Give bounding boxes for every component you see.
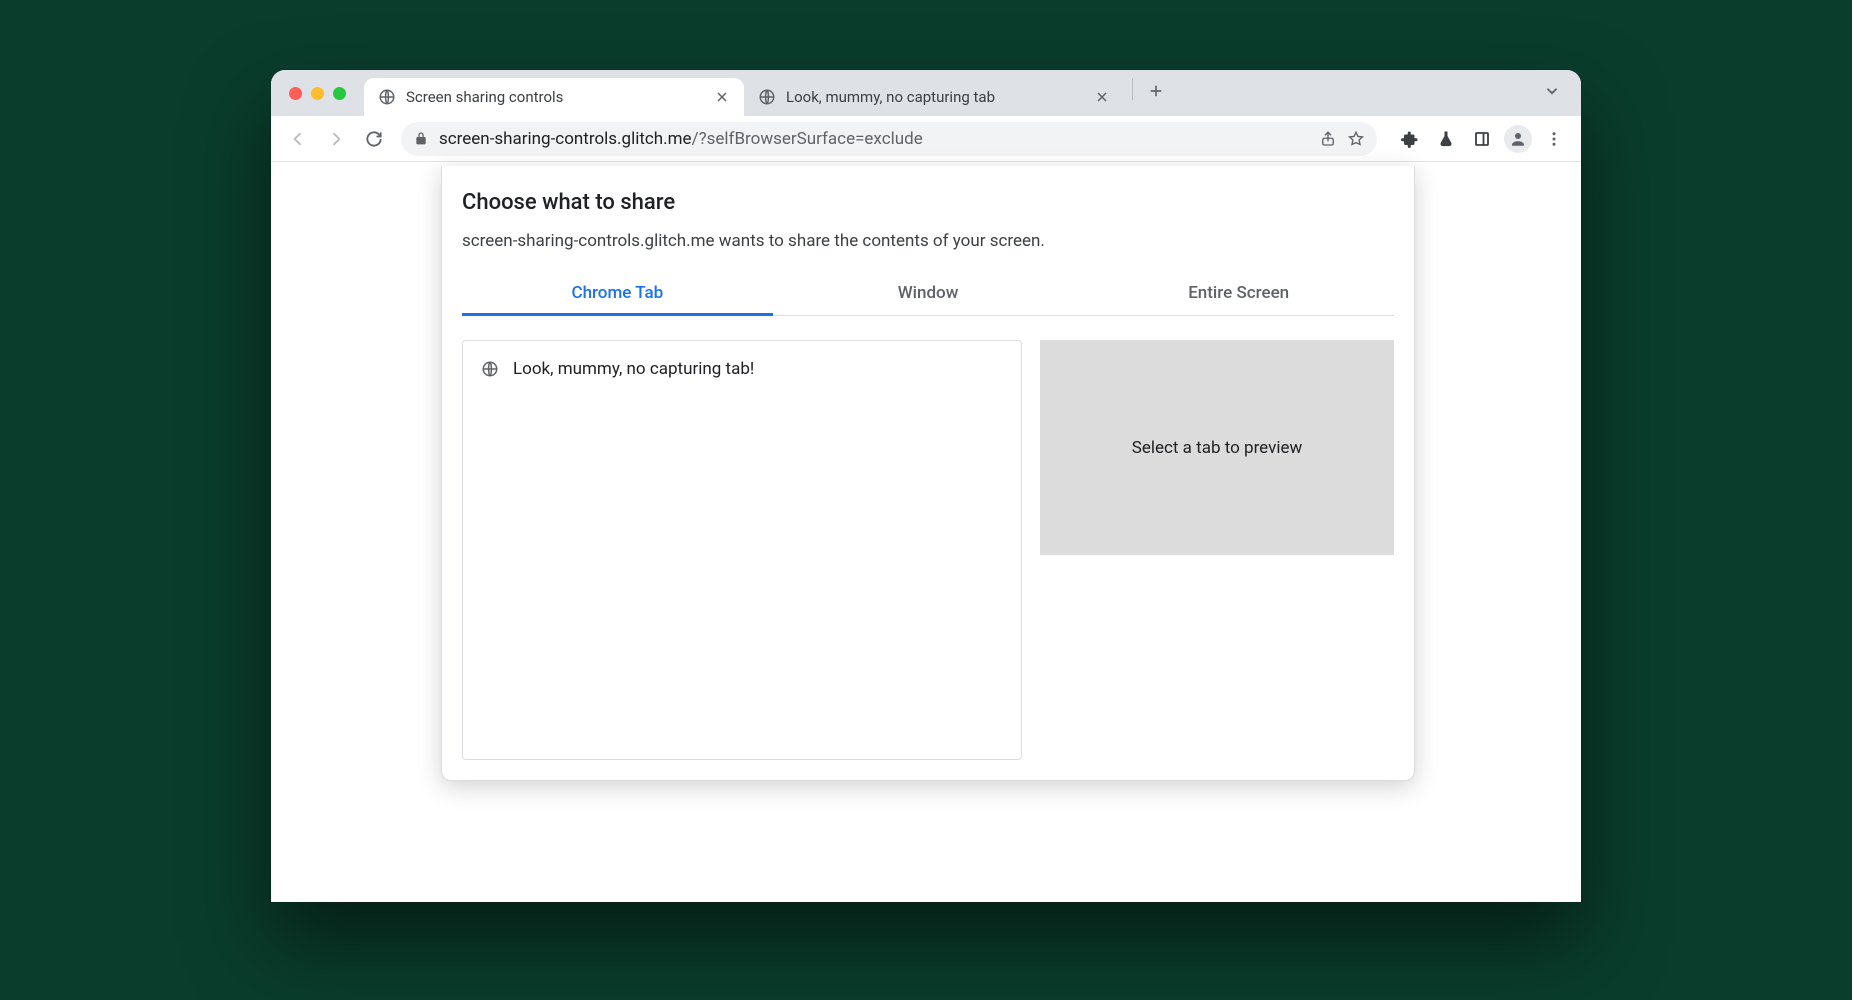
globe-icon [758,88,776,106]
forward-button[interactable] [319,122,353,156]
panel-title: Choose what to share [462,190,1394,215]
extensions-icon[interactable] [1393,122,1427,156]
share-page-icon[interactable] [1319,130,1337,148]
url-path: /?selfBrowserSurface=exclude [692,129,923,149]
browser-tab-active[interactable]: Screen sharing controls [364,78,744,116]
tab-bar: Screen sharing controls Look, mummy, no … [271,70,1581,116]
toolbar: screen-sharing-controls.glitch.me/?selfB… [271,116,1581,162]
tab-list-dropdown[interactable] [1537,76,1567,106]
bookmark-star-icon[interactable] [1347,130,1365,148]
tab-title: Look, mummy, no capturing tab [786,88,1084,106]
preview-pane: Select a tab to preview [1040,340,1394,555]
share-type-tabs: Chrome Tab Window Entire Screen [462,271,1394,316]
toolbar-right [1393,122,1571,156]
share-tab-window[interactable]: Window [773,271,1084,315]
labs-icon[interactable] [1429,122,1463,156]
shareable-tab-list: Look, mummy, no capturing tab! [462,340,1022,760]
address-bar[interactable]: screen-sharing-controls.glitch.me/?selfB… [401,122,1377,156]
lock-icon [413,131,429,147]
share-panel: Choose what to share screen-sharing-cont… [441,166,1415,781]
chrome-menu-icon[interactable] [1537,122,1571,156]
back-button[interactable] [281,122,315,156]
new-tab-button[interactable] [1141,76,1171,106]
avatar-icon [1504,125,1532,153]
close-window-button[interactable] [289,87,302,100]
share-tab-chrome-tab[interactable]: Chrome Tab [462,271,773,315]
maximize-window-button[interactable] [333,87,346,100]
tab-title: Screen sharing controls [406,88,704,106]
close-tab-icon[interactable] [714,89,730,105]
browser-window: Screen sharing controls Look, mummy, no … [271,70,1581,902]
share-tab-entire-screen[interactable]: Entire Screen [1083,271,1394,315]
globe-icon [481,360,499,378]
preview-placeholder: Select a tab to preview [1132,438,1303,458]
panel-description: screen-sharing-controls.glitch.me wants … [462,231,1394,251]
url-host: screen-sharing-controls.glitch.me [439,129,692,149]
traffic-lights [289,70,346,116]
browser-tab[interactable]: Look, mummy, no capturing tab [744,78,1124,116]
page-content: Choose what to share screen-sharing-cont… [271,162,1581,902]
shareable-tab-item[interactable]: Look, mummy, no capturing tab! [469,351,1015,387]
shareable-tab-title: Look, mummy, no capturing tab! [513,359,754,379]
share-body: Look, mummy, no capturing tab! Select a … [462,340,1394,760]
close-tab-icon[interactable] [1094,89,1110,105]
url-text: screen-sharing-controls.glitch.me/?selfB… [439,129,923,149]
tab-divider [1132,78,1133,100]
minimize-window-button[interactable] [311,87,324,100]
reload-button[interactable] [357,122,391,156]
side-panel-icon[interactable] [1465,122,1499,156]
globe-icon [378,88,396,106]
profile-button[interactable] [1501,122,1535,156]
